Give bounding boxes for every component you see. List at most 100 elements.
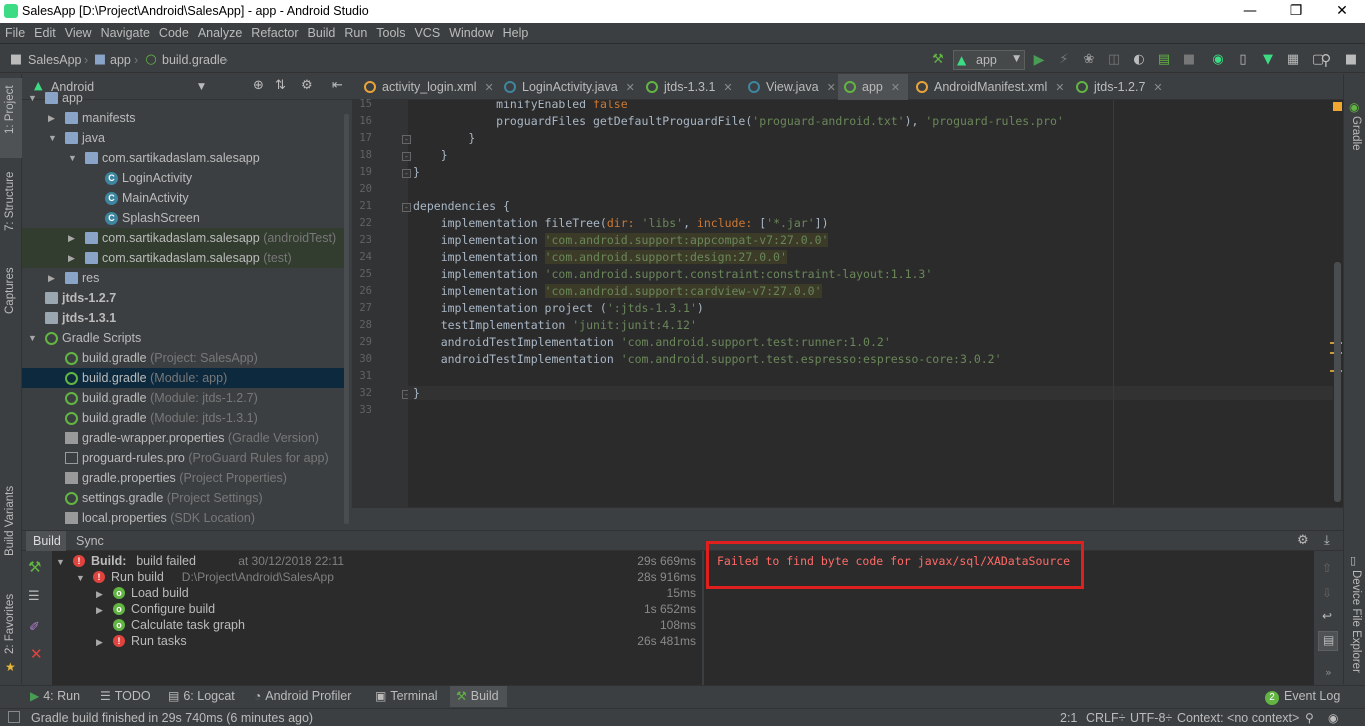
close-button[interactable]: ✕ <box>1319 0 1365 23</box>
expand-right-icon[interactable]: ▶ <box>96 602 103 618</box>
error-message[interactable]: Failed to find byte code for javax/sql/X… <box>717 554 1070 568</box>
breadcrumb-project[interactable]: SalesApp <box>28 53 82 67</box>
inspector-icon[interactable]: ◉ <box>1328 711 1338 725</box>
apply-changes-icon[interactable]: ⚡ <box>1056 52 1072 68</box>
tree-item[interactable]: proguard-rules.pro (ProGuard Rules for a… <box>22 448 348 468</box>
close-tab-icon[interactable]: ✕ <box>1055 82 1064 94</box>
inspection-status-icon[interactable] <box>1333 102 1342 111</box>
expand-right-icon[interactable]: ▶ <box>68 228 75 248</box>
expand-down-icon[interactable]: ▼ <box>48 128 57 148</box>
lock-icon[interactable]: ⚲ <box>1305 711 1314 725</box>
tab-structure[interactable]: 7: Structure <box>4 172 16 231</box>
tree-scrollbar[interactable] <box>344 114 349 524</box>
scroll-to-end-button[interactable]: ▤ <box>1318 631 1338 651</box>
tab-jtds-1-2-7[interactable]: jtds-1.2.7 ✕ <box>1070 74 1163 100</box>
tree-item[interactable]: ▶ com.sartikadaslam.salesapp (androidTest… <box>22 228 348 248</box>
expand-right-icon[interactable]: ▶ <box>96 586 103 602</box>
sdk-manager-icon[interactable]: ▼ <box>1260 52 1276 68</box>
menu-tools[interactable]: Tools <box>371 23 409 40</box>
menu-help[interactable]: Help <box>498 23 533 40</box>
arrow-down-icon[interactable]: ⇩ <box>1322 586 1332 600</box>
expand-down-icon[interactable]: ▼ <box>28 328 37 348</box>
tree-item[interactable]: C SplashScreen <box>22 208 348 228</box>
hammer-icon[interactable]: ⚒ <box>28 558 41 576</box>
close-tab-icon[interactable]: ✕ <box>484 82 493 94</box>
tree-item[interactable]: ▶ manifests <box>22 108 348 128</box>
restore-button[interactable]: ❐ <box>1273 0 1319 23</box>
build-tree-row[interactable]: ▶ o Load build 15ms <box>52 585 696 601</box>
gear-icon[interactable]: ⚙ <box>1297 533 1309 548</box>
expand-down-icon[interactable]: ▼ <box>68 148 77 168</box>
tool-tab-build[interactable]: ⚒ Build <box>450 686 507 707</box>
project-structure-icon[interactable]: ▦ <box>1285 52 1301 68</box>
tool-tab-todo[interactable]: ☰ TODO <box>100 689 151 703</box>
menu-run[interactable]: Run <box>339 23 371 40</box>
tab-sync[interactable]: Sync <box>76 534 104 548</box>
file-encoding[interactable]: UTF-8÷ <box>1130 711 1172 725</box>
tree-item[interactable]: gradle-wrapper.properties (Gradle Versio… <box>22 428 348 448</box>
tab-activity-login-xml[interactable]: activity_login.xml ✕ <box>358 74 496 100</box>
profile-icon[interactable]: ◫ <box>1106 52 1122 68</box>
tool-tab-6-logcat[interactable]: ▤ 6: Logcat <box>168 689 235 703</box>
build-tree-row[interactable]: ▼! Run build D:\Project\Android\SalesApp 28… <box>52 569 696 585</box>
menu-window[interactable]: Window <box>444 23 497 40</box>
pin-icon[interactable]: ✐ <box>29 620 40 635</box>
menu-build[interactable]: Build <box>303 23 340 40</box>
toggle-view-icon[interactable]: ☰ <box>28 589 40 604</box>
build-tree-row[interactable]: o Calculate task graph 108ms <box>52 617 696 633</box>
tree-item[interactable]: gradle.properties (Project Properties) <box>22 468 348 488</box>
expand-right-icon[interactable]: ▶ <box>68 248 75 268</box>
tab-project[interactable]: 1: Project <box>4 85 16 134</box>
menu-edit[interactable]: Edit <box>29 23 60 40</box>
code-area[interactable]: minifyEnabled false proguardFiles getDef… <box>352 100 1343 507</box>
breadcrumb-file[interactable]: build.gradle <box>162 53 227 67</box>
attach-debugger-icon[interactable]: ◐ <box>1131 52 1147 68</box>
tree-item[interactable]: build.gradle (Module: jtds-1.2.7) <box>22 388 348 408</box>
tree-item[interactable]: ▼ com.sartikadaslam.salesapp <box>22 148 348 168</box>
tree-item[interactable]: ▶ com.sartikadaslam.salesapp (test) <box>22 248 348 268</box>
close-tab-icon[interactable]: ✕ <box>626 82 635 94</box>
expand-down-icon[interactable]: ▼ <box>28 91 37 108</box>
tree-item[interactable]: ▼ Gradle Scripts <box>22 328 348 348</box>
tool-tab-4-run[interactable]: ▶ 4: Run <box>30 689 80 703</box>
search-icon[interactable]: ⚲ <box>1318 52 1334 68</box>
status-toggle-icon[interactable] <box>8 711 20 723</box>
tab-captures[interactable]: Captures <box>4 267 16 314</box>
tab-device-file-explorer[interactable]: Device File Explorer <box>1350 570 1362 673</box>
tab-view-java[interactable]: View.java ✕ <box>742 74 836 100</box>
tree-item[interactable]: ▼ app <box>22 91 348 108</box>
run-config-select[interactable]: ▲ app ▼ <box>953 50 1025 70</box>
expand-down-icon[interactable]: ▼ <box>56 554 65 570</box>
editor-scrollbar[interactable] <box>1334 262 1341 502</box>
caret-position[interactable]: 2:1 <box>1060 711 1077 725</box>
build-tree-row[interactable]: ▶! Run tasks 26s 481ms <box>52 633 696 649</box>
tree-item[interactable]: ▶ res <box>22 268 348 288</box>
tab-build-output[interactable]: Build <box>33 534 61 548</box>
expand-down-icon[interactable]: ▼ <box>76 570 85 586</box>
tree-item[interactable]: build.gradle (Project: SalesApp) <box>22 348 348 368</box>
expand-right-icon[interactable]: ▶ <box>96 634 103 650</box>
help-icon[interactable]: ■ <box>1343 52 1359 68</box>
expand-right-icon[interactable]: ▶ <box>48 108 55 128</box>
minimize-button[interactable]: — <box>1227 0 1273 23</box>
tool-tab-android-profiler[interactable]: ◔ Android Profiler <box>254 689 351 703</box>
run-icon[interactable]: ▶ <box>1031 52 1047 68</box>
tree-item[interactable]: ▼ java <box>22 128 348 148</box>
breadcrumb-module[interactable]: app <box>110 53 131 67</box>
soft-wrap-icon[interactable]: ↩ <box>1322 609 1332 623</box>
close-tab-icon[interactable]: ✕ <box>891 82 900 94</box>
sync-icon[interactable]: ▤ <box>1156 52 1172 68</box>
tree-item[interactable]: local.properties (SDK Location) <box>22 508 348 528</box>
tree-item[interactable]: build.gradle (Module: jtds-1.3.1) <box>22 408 348 428</box>
tab-loginactivity-java[interactable]: LoginActivity.java ✕ <box>498 74 638 100</box>
tree-item[interactable]: settings.gradle (Project Settings) <box>22 488 348 508</box>
more-icon[interactable]: » <box>1325 666 1332 679</box>
avd-manager-icon[interactable]: ▯ <box>1235 52 1251 68</box>
tab-build-variants[interactable]: Build Variants <box>4 486 16 556</box>
gradle-sync-icon[interactable]: ◉ <box>1210 52 1226 68</box>
tab-androidmanifest-xml[interactable]: AndroidManifest.xml ✕ <box>910 74 1068 100</box>
context-indicator[interactable]: Context: <no context> <box>1177 711 1299 725</box>
build-tree-row[interactable]: ▼! Build: build failed at 30/12/2018 22:11 2… <box>52 553 696 569</box>
expand-right-icon[interactable]: ▶ <box>48 268 55 288</box>
close-icon[interactable]: ✕ <box>30 645 43 663</box>
